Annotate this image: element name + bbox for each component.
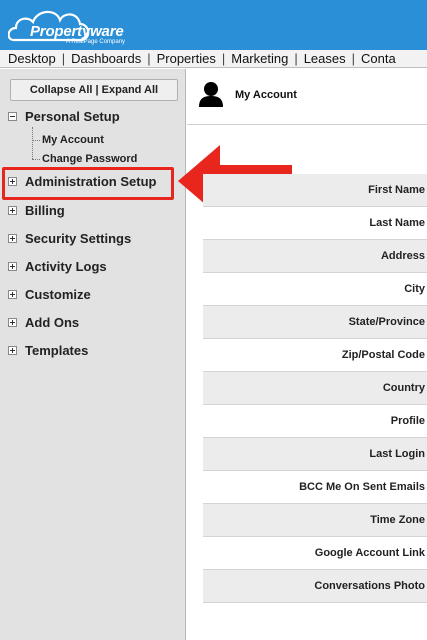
collapse-all-button[interactable]: Collapse All <box>30 84 93 96</box>
nav-separator: | <box>294 51 298 66</box>
sidebar-item-label: Security Settings <box>25 230 132 246</box>
sidebar-subitem-label: My Account <box>42 134 104 146</box>
sidebar-subitem-label: Change Password <box>42 153 138 165</box>
expand-icon[interactable] <box>8 345 17 355</box>
field-label-photo: Conversations Photo <box>203 570 427 603</box>
nav-separator: | <box>351 51 356 66</box>
brand-name: Propertyware <box>30 23 124 40</box>
brand-tagline: A RealPage Company <box>66 39 126 45</box>
field-label-bcc: BCC Me On Sent Emails <box>203 471 427 504</box>
sidebar-item-templates[interactable]: Templates <box>8 339 88 361</box>
sidebar-item-personal-setup[interactable]: Personal Setup <box>8 105 120 127</box>
sidebar-subitem-my-account[interactable]: My Account <box>32 132 104 148</box>
tree-branch <box>32 139 40 141</box>
sidebar-item-add-ons[interactable]: Add Ons <box>8 311 79 333</box>
sidebar-item-customize[interactable]: Customize <box>8 283 91 305</box>
tree-branch <box>32 158 40 160</box>
nav-separator: | <box>147 51 151 66</box>
highlight-box <box>2 167 174 200</box>
page-header: My Account <box>187 69 427 125</box>
field-label-country: Country <box>203 372 427 405</box>
field-label-last-name: Last Name <box>203 207 427 240</box>
expand-icon[interactable] <box>8 233 17 243</box>
sidebar-item-activity-logs[interactable]: Activity Logs <box>8 255 107 277</box>
collapse-expand-bar: Collapse All | Expand All <box>10 79 178 101</box>
nav-contacts[interactable]: Conta <box>361 51 396 66</box>
sidebar-item-label: Customize <box>25 286 91 302</box>
nav-dashboards[interactable]: Dashboards <box>71 51 141 66</box>
expand-all-button[interactable]: Expand All <box>102 84 158 96</box>
sidebar-item-label: Billing <box>25 202 65 218</box>
account-form: First Name Last Name Address City State/… <box>203 174 427 603</box>
sidebar-item-label: Activity Logs <box>25 258 107 274</box>
nav-separator: | <box>221 51 226 66</box>
page-title: My Account <box>235 89 297 101</box>
field-label-profile: Profile <box>203 405 427 438</box>
setup-sidebar: Collapse All | Expand All Personal Setup… <box>0 69 186 640</box>
field-label-city: City <box>203 273 427 306</box>
app-header: Propertyware A RealPage Company <box>0 0 427 50</box>
field-label-zip: Zip/Postal Code <box>203 339 427 372</box>
person-icon <box>199 82 223 107</box>
sidebar-item-security-settings[interactable]: Security Settings <box>8 227 131 249</box>
expand-icon[interactable] <box>8 289 17 299</box>
sidebar-item-billing[interactable]: Billing <box>8 199 65 221</box>
field-label-state: State/Province <box>203 306 427 339</box>
sidebar-item-label: Add Ons <box>25 314 80 330</box>
expand-icon[interactable] <box>8 205 17 215</box>
field-label-first-name: First Name <box>203 174 427 207</box>
field-label-last-login: Last Login <box>203 438 427 471</box>
sidebar-item-label: Personal Setup <box>25 108 120 124</box>
expand-icon[interactable] <box>8 317 17 327</box>
propertyware-logo[interactable]: Propertyware A RealPage Company <box>8 4 126 46</box>
field-label-address: Address <box>203 240 427 273</box>
nav-properties[interactable]: Properties <box>157 51 216 66</box>
nav-desktop[interactable]: Desktop <box>8 51 56 66</box>
nav-leases[interactable]: Leases <box>304 51 346 66</box>
sidebar-subitem-change-password[interactable]: Change Password <box>32 151 137 167</box>
nav-marketing[interactable]: Marketing <box>231 51 288 66</box>
nav-separator: | <box>61 51 66 66</box>
collapse-icon[interactable] <box>8 111 17 121</box>
field-label-google-link: Google Account Link <box>203 537 427 570</box>
expand-icon[interactable] <box>8 261 17 271</box>
main-nav: Desktop | Dashboards | Properties | Marketing |… <box>0 50 427 68</box>
sidebar-item-label: Templates <box>25 342 89 358</box>
field-label-time-zone: Time Zone <box>203 504 427 537</box>
